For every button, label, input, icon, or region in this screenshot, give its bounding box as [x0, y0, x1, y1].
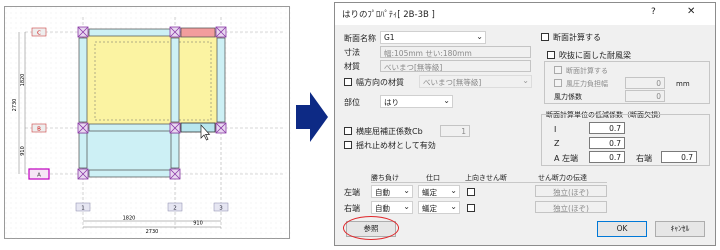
reduction-z-field[interactable]: 0.7	[589, 137, 625, 149]
cancel-button[interactable]: ｷｬﾝｾﾙ	[655, 221, 705, 237]
row-marker-b: B	[37, 127, 41, 133]
dim-left-top: 1820	[20, 74, 26, 87]
width-material-label: 幅方向の材質	[356, 78, 404, 87]
right-arrow-icon	[296, 92, 328, 142]
wind-beam-label: 吹抜に面した耐風梁	[559, 51, 631, 60]
part-label: 部位	[344, 98, 360, 107]
wind-width-field: 0	[625, 77, 665, 89]
left-win-select[interactable]: 自動 ⌄	[371, 185, 413, 198]
floor-plan-canvas[interactable]: C B A 1820 910 2730 1 2 3 1820 910 2730	[4, 6, 291, 240]
wind-beam-checkbox[interactable]	[547, 51, 555, 59]
chevron-down-icon: ⌄	[443, 96, 450, 105]
chevron-down-icon: ⌄	[450, 202, 457, 211]
material-label: 材質	[344, 62, 360, 71]
calc-section-checkbox[interactable]	[541, 33, 549, 41]
left-joint-value: 蟻定	[422, 188, 437, 197]
chevron-down-icon: ⌄	[403, 202, 410, 211]
right-joint-select[interactable]: 蟻定 ⌄	[418, 201, 460, 214]
twist-checkbox[interactable]	[344, 141, 352, 149]
size-label: 寸法	[344, 48, 360, 57]
beam-property-dialog: はりのﾌﾟﾛﾊﾟﾃｨ[ 2B-3B ] ? ✕ 断面名称 G1 ⌄ 寸法 幅:1…	[334, 2, 716, 246]
reduction-a-left-label: A 左端	[554, 154, 579, 163]
selected-beam-2B-3B[interactable]	[180, 27, 216, 38]
wind-width-checkbox[interactable]	[554, 79, 562, 87]
lateral-buckling-label: 横座屈補正係数Cb	[356, 127, 423, 136]
right-win-select[interactable]: 自動 ⌄	[371, 201, 413, 214]
part-select[interactable]: はり ⌄	[380, 95, 453, 108]
right-joint-value: 蟻定	[422, 204, 437, 213]
right-shear-field: 独立(ほぞ)	[535, 201, 607, 213]
row-marker-c: C	[37, 31, 41, 37]
reduction-right-label: 右端	[636, 154, 652, 163]
width-material-checkbox[interactable]	[344, 78, 352, 86]
col-marker-3: 3	[219, 206, 223, 212]
dim-bottom-span1: 1820	[123, 216, 136, 222]
ok-button[interactable]: OK	[597, 221, 647, 237]
chevron-down-icon: ⌄	[450, 186, 457, 195]
reduction-i-label: I	[554, 125, 557, 134]
width-material-select[interactable]: べいまつ[無等級] ⌄	[419, 75, 532, 88]
dim-left-mid: 910	[20, 146, 26, 156]
material-field: べいまつ[無等級]	[380, 60, 531, 72]
room-cyan-lower	[82, 127, 176, 175]
calc-section-label: 断面計算する	[553, 33, 601, 42]
chevron-down-icon: ⌄	[403, 186, 410, 195]
table-separator	[371, 182, 607, 183]
width-material-value: べいまつ[無等級]	[423, 78, 482, 87]
dim-bottom-span2: 910	[193, 221, 203, 227]
section-name-select[interactable]: G1 ⌄	[380, 31, 486, 44]
right-win-value: 自動	[375, 204, 390, 213]
reduction-a-left-field[interactable]: 0.7	[589, 151, 625, 163]
dialog-title: はりのﾌﾟﾛﾊﾟﾃｨ[ 2B-3B ]	[342, 10, 435, 20]
right-end-label: 右端	[344, 204, 360, 213]
lateral-buckling-field: 1	[440, 125, 470, 137]
size-field: 幅:105mm せい:180mm	[380, 46, 531, 58]
section-name-label: 断面名称	[344, 34, 376, 43]
chevron-down-icon: ⌄	[522, 76, 529, 85]
left-shear-field: 独立(ほぞ)	[535, 185, 607, 197]
left-win-value: 自動	[375, 188, 390, 197]
part-value: はり	[384, 98, 399, 107]
reduction-i-field[interactable]: 0.7	[589, 122, 625, 134]
col-marker-2: 2	[173, 206, 177, 212]
help-icon[interactable]: ?	[651, 7, 656, 17]
reduction-z-label: Z	[554, 139, 560, 148]
lateral-buckling-checkbox[interactable]	[344, 127, 352, 135]
left-joint-select[interactable]: 蟻定 ⌄	[418, 185, 460, 198]
left-upward-checkbox[interactable]	[467, 188, 475, 196]
left-end-label: 左端	[344, 188, 360, 197]
room-yellow	[82, 31, 222, 129]
wind-calc-label: 断面計算する	[566, 67, 608, 75]
wind-width-label: 風圧力負担幅	[566, 80, 608, 88]
wind-coef-field: 0	[625, 90, 665, 102]
dim-bottom-total: 2730	[146, 229, 159, 235]
row-marker-a: A	[37, 173, 41, 179]
dim-left-total: 2730	[12, 99, 18, 112]
twist-label: 揺れ止め材として有効	[356, 141, 436, 150]
right-upward-checkbox[interactable]	[467, 204, 475, 212]
hovered-beam[interactable]	[180, 122, 216, 133]
col-marker-1: 1	[81, 206, 85, 212]
reduction-right-field[interactable]: 0.7	[661, 151, 697, 163]
dialog-titlebar: はりのﾌﾟﾛﾊﾟﾃｨ[ 2B-3B ] ? ✕	[335, 3, 715, 25]
wind-calc-checkbox[interactable]	[554, 66, 562, 74]
close-icon[interactable]: ✕	[687, 6, 695, 17]
wind-coef-label: 風力係数	[554, 93, 582, 101]
chevron-down-icon: ⌄	[476, 32, 483, 41]
section-name-value: G1	[384, 33, 395, 42]
wind-width-unit: mm	[676, 80, 690, 88]
floor-plan-drawing: C B A 1820 910 2730 1 2 3 1820 910 2730	[5, 7, 291, 240]
highlight-circle	[343, 216, 399, 240]
